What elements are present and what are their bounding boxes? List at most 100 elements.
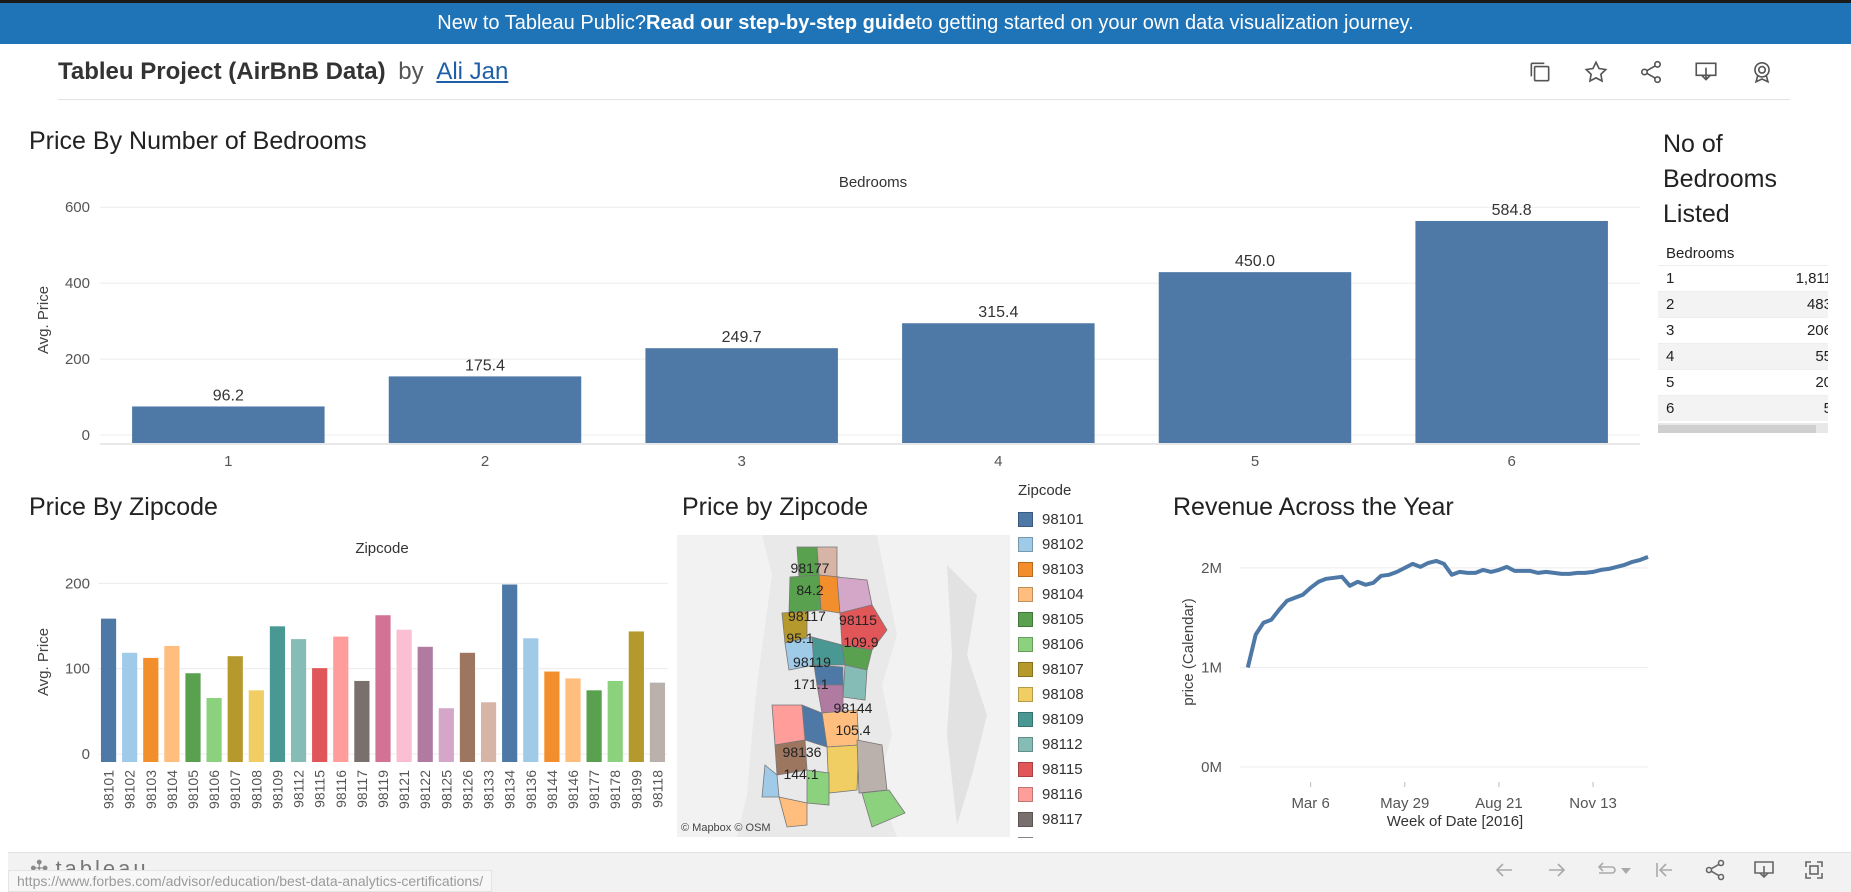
zipcode-bars[interactable]	[100, 584, 666, 762]
legend-item[interactable]: 98115	[1018, 757, 1108, 782]
table-horizontal-scrollbar[interactable]	[1658, 423, 1828, 433]
legend-label: 98116	[1042, 786, 1083, 803]
legend-item[interactable]: 98117	[1018, 807, 1108, 832]
bar[interactable]	[164, 645, 180, 762]
bar[interactable]	[523, 638, 539, 762]
bar[interactable]	[645, 348, 838, 443]
table-row[interactable]: 1 1,811	[1658, 265, 1828, 291]
bar[interactable]	[565, 678, 581, 762]
reset-icon	[1656, 863, 1672, 877]
copy-button[interactable]	[1524, 56, 1556, 88]
zipcode-map[interactable]: 98177 84.2 98117 95.1 98115 109.9 98119 …	[677, 535, 1010, 837]
zipcode-legend[interactable]: Zipcode 98101 98102 98103 98104 98105 98106 98…	[1018, 482, 1108, 838]
fullscreen-button[interactable]	[1797, 855, 1831, 885]
bar[interactable]	[185, 673, 201, 762]
map-label-zip: 98117	[788, 608, 826, 624]
undo-button[interactable]	[1487, 855, 1521, 885]
legend-item[interactable]: 98104	[1018, 582, 1108, 607]
bar[interactable]	[480, 702, 497, 762]
download-button[interactable]	[1690, 56, 1722, 88]
bar[interactable]	[459, 652, 476, 762]
legend-item[interactable]: 98112	[1018, 732, 1108, 757]
map-title: Price by Zipcode	[682, 493, 869, 521]
table-row[interactable]: 5 20	[1658, 369, 1828, 395]
revenue-series-line[interactable]	[1245, 555, 1649, 668]
data-label: 315.4	[978, 304, 1018, 321]
x-tick-label: 98112	[291, 770, 307, 808]
announcement-banner[interactable]: New to Tableau Public? Read our step-by-…	[0, 0, 1851, 44]
bar[interactable]	[375, 615, 391, 762]
bar[interactable]	[1158, 272, 1352, 443]
bar[interactable]	[902, 323, 1095, 443]
bar[interactable]	[649, 682, 666, 762]
bar[interactable]	[417, 646, 433, 762]
legend-item[interactable]: 98103	[1018, 557, 1108, 582]
banner-guide-link[interactable]: Read our step-by-step guide	[646, 12, 916, 35]
bar[interactable]	[354, 680, 370, 762]
bedrooms-y-label: Avg. Price	[35, 286, 52, 354]
favorite-button[interactable]	[1580, 56, 1612, 88]
x-tick-label: 98133	[481, 770, 497, 809]
y-tick-label: 200	[65, 575, 90, 592]
table-row[interactable]: 65	[1658, 395, 1828, 421]
revert-dropdown[interactable]	[1614, 855, 1638, 885]
legend-item[interactable]: 98106	[1018, 632, 1108, 657]
bar[interactable]	[628, 631, 644, 762]
legend-item[interactable]: 98101	[1018, 507, 1108, 532]
legend-item[interactable]: 98107	[1018, 657, 1108, 682]
bar[interactable]	[396, 629, 412, 762]
bar[interactable]	[248, 690, 264, 762]
zipcode-chart-title: Price By Zipcode	[29, 493, 218, 521]
bedrooms-count-table[interactable]: Bedrooms 1 1,811 2 483 3 206 4 55 5 20 65	[1658, 243, 1828, 433]
bar[interactable]	[122, 652, 138, 762]
row-key: 4	[1666, 348, 1675, 365]
table-row[interactable]: 3 206	[1658, 317, 1828, 343]
bar[interactable]	[143, 657, 159, 762]
table-row[interactable]: 2 483	[1658, 291, 1828, 317]
bedrooms-bars[interactable]: 96.2 175.4 249.7 315.4 450.0 584.8	[132, 202, 1608, 443]
scrollbar-thumb[interactable]	[1658, 425, 1816, 433]
legend-item[interactable]: 98105	[1018, 607, 1108, 632]
legend-swatch	[1018, 762, 1033, 777]
bar[interactable]	[290, 639, 307, 762]
legend-item[interactable]: 98118	[1018, 832, 1108, 838]
share-button[interactable]	[1635, 56, 1667, 88]
bar[interactable]	[438, 708, 454, 762]
row-value: 1,811	[1795, 270, 1828, 287]
bar[interactable]	[206, 698, 222, 762]
zip-region-98112[interactable]	[842, 664, 868, 701]
zip-region-98118[interactable]	[856, 739, 888, 794]
author-link[interactable]: Ali Jan	[436, 58, 508, 85]
table-row[interactable]: 4 55	[1658, 343, 1828, 369]
bedrooms-bar-chart[interactable]: Bedrooms Avg. Price 96.2 175.4 249.7 315.4 4…	[0, 160, 1650, 480]
badge-button[interactable]	[1746, 56, 1778, 88]
bar[interactable]	[312, 668, 328, 762]
map-attribution[interactable]: © Mapbox © OSM	[681, 822, 771, 834]
bar[interactable]	[502, 584, 518, 762]
footer-share-button[interactable]	[1698, 855, 1732, 885]
bar[interactable]	[388, 376, 582, 443]
bar[interactable]	[227, 656, 243, 762]
bar[interactable]	[100, 618, 117, 762]
redo-button[interactable]	[1540, 855, 1574, 885]
bar[interactable]	[269, 626, 286, 762]
legend-items[interactable]: 98101 98102 98103 98104 98105 98106 98107 98108…	[1018, 507, 1108, 838]
revenue-line-chart[interactable]: price (Calendar) Week of Date [2016] 0M 1…	[1160, 530, 1660, 850]
legend-item[interactable]: 98109	[1018, 707, 1108, 732]
footer-download-button[interactable]	[1747, 855, 1781, 885]
bar[interactable]	[333, 636, 349, 762]
bar[interactable]	[1415, 220, 1608, 443]
y-tick-label: 2M	[1201, 560, 1222, 577]
legend-item[interactable]: 98102	[1018, 532, 1108, 557]
bar[interactable]	[586, 690, 602, 762]
legend-item[interactable]: 98116	[1018, 782, 1108, 807]
bar[interactable]	[544, 671, 560, 762]
bar[interactable]	[607, 680, 623, 762]
bar[interactable]	[132, 406, 325, 443]
legend-item[interactable]: 98108	[1018, 682, 1108, 707]
zip-region-98108[interactable]	[826, 744, 860, 794]
zipcode-bar-chart[interactable]: Zipcode Avg. Price 0 100 200 98101 98102 9810…	[0, 530, 675, 850]
x-tick-label: 98108	[248, 770, 264, 809]
zip-region-98116[interactable]	[771, 704, 806, 746]
reset-view-button[interactable]	[1647, 855, 1681, 885]
